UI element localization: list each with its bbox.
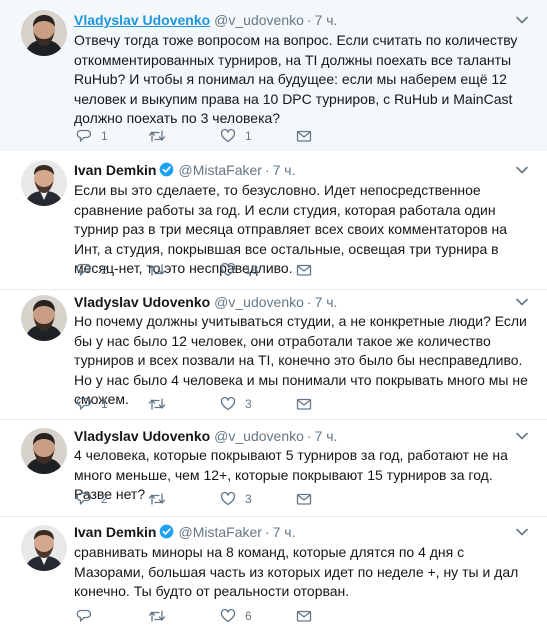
separator-dot: · [306, 428, 312, 444]
like-count: 3 [245, 397, 252, 411]
avatar-vladyslav-image [21, 428, 67, 474]
like-button[interactable]: 3 [220, 396, 252, 412]
reply-button[interactable]: 2 [76, 491, 108, 507]
avatar[interactable] [21, 525, 67, 571]
reply-icon [76, 492, 92, 505]
like-count: 6 [245, 609, 252, 623]
retweet-icon [148, 398, 166, 410]
tweet-text: Отвечу тогда тоже вопросом на вопрос. Ес… [74, 32, 518, 126]
reply-button[interactable]: 1 [76, 128, 108, 144]
reply-count: 2 [101, 492, 108, 506]
tweet-text: сравнивать миноры на 8 команд, которые д… [74, 544, 519, 599]
like-icon [220, 491, 236, 506]
tweet[interactable]: Ivan Demkin @MistaFaker · 7 ч. Если вы это … [0, 150, 547, 290]
avatar-vladyslav-image [21, 295, 67, 341]
avatar-ivan-image [21, 525, 67, 571]
tweet[interactable]: Vladyslav Udovenko @v_udovenko · 7 ч. 4 чел… [0, 420, 547, 517]
caret-down-icon[interactable] [515, 295, 529, 309]
like-icon [220, 396, 236, 411]
like-icon [220, 262, 236, 277]
conversation-thread: Vladyslav Udovenko @v_udovenko · 7 ч. Отвеч… [0, 0, 547, 629]
direct-message-icon [296, 130, 312, 142]
like-button[interactable]: 3 [220, 491, 252, 507]
caret-down-icon[interactable] [515, 429, 529, 443]
author-handle[interactable]: @MistaFaker [178, 162, 261, 178]
separator-dot: · [306, 294, 312, 310]
avatar[interactable] [21, 160, 67, 206]
retweet-icon [148, 493, 166, 505]
reply-count: 1 [101, 397, 108, 411]
reply-icon [76, 129, 92, 142]
author-name[interactable]: Vladyslav Udovenko [74, 12, 210, 28]
author-handle[interactable]: @MistaFaker [178, 524, 261, 540]
retweet-button[interactable] [148, 396, 175, 412]
retweet-button[interactable] [148, 262, 175, 278]
author-handle[interactable]: @v_udovenko [214, 12, 304, 28]
direct-message-button[interactable] [296, 128, 312, 144]
caret-down-icon[interactable] [515, 13, 529, 27]
direct-message-icon [296, 610, 312, 622]
retweet-icon [148, 610, 166, 622]
like-button[interactable]: 1 [220, 128, 252, 144]
reply-icon [76, 263, 92, 276]
direct-message-icon [296, 398, 312, 410]
reply-button[interactable] [76, 608, 101, 624]
tweet-text: Но почему должны учитываться студии, а н… [74, 313, 528, 407]
retweet-button[interactable] [148, 491, 175, 507]
avatar-ivan-image [21, 160, 67, 206]
direct-message-button[interactable] [296, 491, 312, 507]
direct-message-icon [296, 264, 312, 276]
avatar[interactable] [21, 428, 67, 474]
tweet[interactable]: Ivan Demkin @MistaFaker · 7 ч. сравнивать м… [0, 517, 547, 629]
timestamp[interactable]: 7 ч. [273, 524, 296, 540]
reply-icon [76, 397, 92, 410]
avatar[interactable] [21, 10, 67, 56]
reply-icon [76, 609, 92, 622]
direct-message-button[interactable] [296, 396, 312, 412]
like-count: 3 [245, 492, 252, 506]
avatar[interactable] [21, 295, 67, 341]
like-count: 1 [245, 129, 252, 143]
avatar-vladyslav-image [21, 10, 67, 56]
tweet[interactable]: Vladyslav Udovenko @v_udovenko · 7 ч. Но по… [0, 290, 547, 420]
retweet-icon [148, 130, 166, 142]
like-button[interactable]: 6 [220, 608, 252, 624]
author-handle[interactable]: @v_udovenko [214, 294, 304, 310]
author-name[interactable]: Ivan Demkin [74, 162, 156, 178]
like-button[interactable]: 18 [220, 262, 258, 278]
like-icon [220, 608, 236, 623]
author-name[interactable]: Vladyslav Udovenko [74, 428, 210, 444]
reply-count: 1 [101, 129, 108, 143]
timestamp[interactable]: 7 ч. [315, 294, 338, 310]
like-icon [220, 128, 236, 143]
like-count: 18 [245, 263, 259, 277]
author-handle[interactable]: @v_udovenko [214, 428, 304, 444]
verified-badge-icon [159, 524, 174, 542]
timestamp[interactable]: 7 ч. [315, 428, 338, 444]
reply-button[interactable]: 1 [76, 396, 108, 412]
author-name[interactable]: Ivan Demkin [74, 524, 156, 540]
reply-count: 2 [101, 263, 108, 277]
separator-dot: · [264, 162, 270, 178]
caret-down-icon[interactable] [515, 525, 529, 539]
direct-message-button[interactable] [296, 608, 312, 624]
caret-down-icon[interactable] [515, 163, 529, 177]
verified-badge-icon [159, 162, 174, 180]
tweet[interactable]: Vladyslav Udovenko @v_udovenko · 7 ч. Отвеч… [0, 0, 547, 150]
reply-button[interactable]: 2 [76, 262, 108, 278]
separator-dot: · [306, 12, 312, 28]
retweet-button[interactable] [148, 608, 175, 624]
direct-message-icon [296, 493, 312, 505]
separator-dot: · [264, 524, 270, 540]
author-name[interactable]: Vladyslav Udovenko [74, 294, 210, 310]
retweet-button[interactable] [148, 128, 175, 144]
retweet-icon [148, 264, 166, 276]
timestamp[interactable]: 7 ч. [315, 12, 338, 28]
direct-message-button[interactable] [296, 262, 312, 278]
timestamp[interactable]: 7 ч. [273, 162, 296, 178]
